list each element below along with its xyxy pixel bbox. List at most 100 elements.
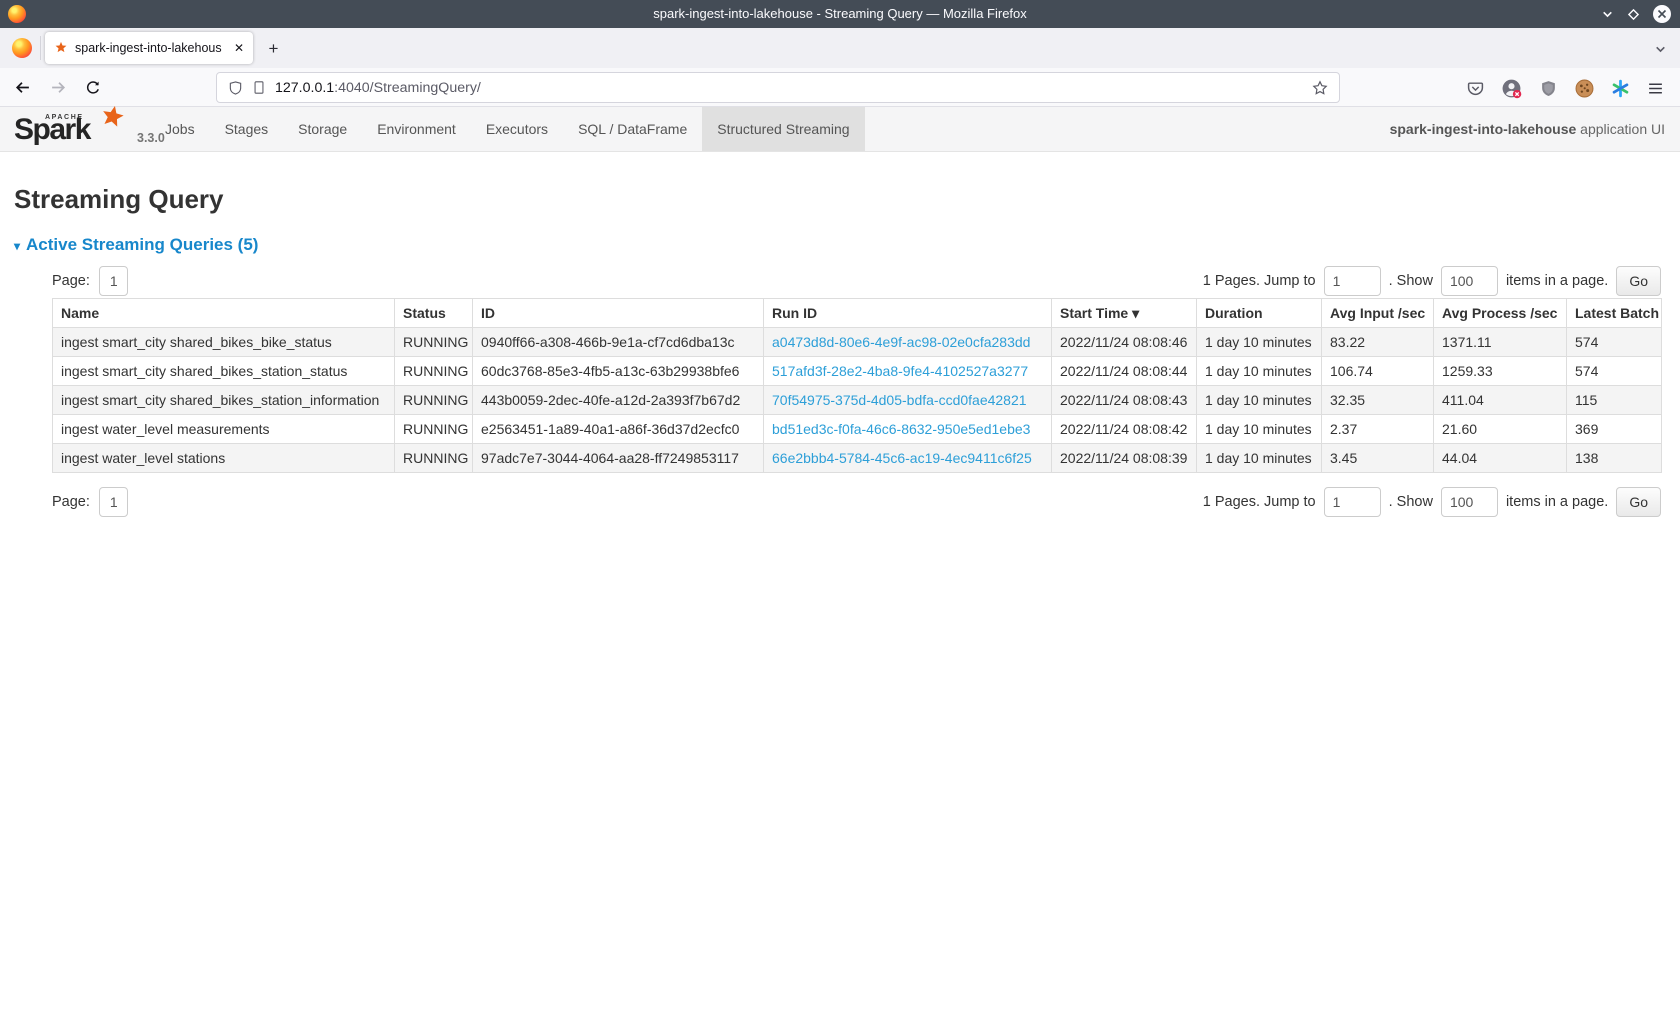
account-extension-icon[interactable] (1498, 75, 1524, 101)
pocket-icon[interactable] (1462, 75, 1488, 101)
url-host: 127.0.0.1 (275, 80, 334, 96)
active-queries-section-header[interactable]: ▾ Active Streaming Queries (5) (14, 235, 1680, 255)
spark-star-icon (96, 101, 128, 133)
column-header-start-time[interactable]: Start Time ▾ (1052, 299, 1197, 328)
page-number-input[interactable] (99, 266, 128, 296)
items-per-page-input[interactable] (1441, 487, 1498, 517)
spark-logo[interactable]: APACHE Spark 3.3.0 (0, 107, 150, 152)
page-label: Page: (52, 494, 90, 510)
show-text: . Show (1389, 273, 1433, 289)
tab-close-icon[interactable]: ✕ (234, 42, 244, 54)
forward-button[interactable] (45, 74, 72, 101)
cell-latest-batch: 138 (1567, 444, 1662, 473)
column-header-run-id[interactable]: Run ID (764, 299, 1052, 328)
new-tab-button[interactable]: + (261, 36, 286, 61)
run-id-link[interactable]: 70f54975-375d-4d05-bdfa-ccd0fae42821 (772, 392, 1027, 408)
list-all-tabs-button[interactable] (1654, 43, 1667, 61)
run-id-link[interactable]: 66e2bbb4-5784-45c6-ac19-4ec9411c6f25 (772, 450, 1032, 466)
cell-start-time: 2022/11/24 08:08:42 (1052, 415, 1197, 444)
firefox-view-icon[interactable] (12, 38, 32, 58)
table-row: ingest water_level stations RUNNING 97ad… (53, 444, 1662, 473)
table-row: ingest water_level measurements RUNNING … (53, 415, 1662, 444)
cell-avg-input: 83.22 (1322, 328, 1434, 357)
cell-latest-batch: 115 (1567, 386, 1662, 415)
jump-to-input[interactable] (1324, 266, 1381, 296)
cell-start-time: 2022/11/24 08:08:46 (1052, 328, 1197, 357)
page-number-input[interactable] (99, 487, 128, 517)
cell-duration: 1 day 10 minutes (1197, 386, 1322, 415)
run-id-link[interactable]: 517afd3f-28e2-4ba8-9fe4-4102527a3277 (772, 363, 1028, 379)
cell-status: RUNNING (395, 328, 473, 357)
cell-name: ingest smart_city shared_bikes_station_s… (53, 357, 395, 386)
cell-run-id: a0473d8d-80e6-4e9f-ac98-02e0cfa283dd (764, 328, 1052, 357)
shield-icon[interactable] (228, 80, 243, 96)
column-header-duration[interactable]: Duration (1197, 299, 1322, 328)
collapse-arrow-icon: ▾ (14, 238, 20, 253)
nav-item-stages[interactable]: Stages (210, 107, 284, 151)
section-title: Active Streaming Queries (5) (26, 235, 258, 255)
chevron-down-icon (1601, 8, 1614, 21)
ublock-shield-icon[interactable] (1535, 75, 1561, 101)
application-name: spark-ingest-into-lakehouse (1390, 121, 1577, 137)
cell-avg-input: 32.35 (1322, 386, 1434, 415)
cell-start-time: 2022/11/24 08:08:44 (1052, 357, 1197, 386)
reload-button[interactable] (79, 74, 106, 101)
column-header-status[interactable]: Status (395, 299, 473, 328)
url-bar[interactable]: 127.0.0.1:4040/StreamingQuery/ (216, 72, 1340, 103)
cell-id: 0940ff66-a308-466b-9e1a-cf7cd6dba13c (473, 328, 764, 357)
browser-tab[interactable]: spark-ingest-into-lakehous ✕ (45, 32, 253, 64)
sparkle-extension-icon[interactable] (1607, 75, 1633, 101)
run-id-link[interactable]: bd51ed3c-f0fa-46c6-8632-950e5ed1ebe3 (772, 421, 1030, 437)
column-header-name[interactable]: Name (53, 299, 395, 328)
go-button[interactable]: Go (1616, 487, 1661, 517)
nav-item-environment[interactable]: Environment (362, 107, 471, 151)
cell-name: ingest smart_city shared_bikes_station_i… (53, 386, 395, 415)
page-info-icon[interactable] (252, 80, 266, 95)
cell-run-id: 517afd3f-28e2-4ba8-9fe4-4102527a3277 (764, 357, 1052, 386)
bookmark-star-icon[interactable] (1312, 80, 1328, 96)
page-label: Page: (52, 273, 90, 289)
cookie-extension-icon[interactable] (1571, 75, 1597, 101)
jump-to-input[interactable] (1324, 487, 1381, 517)
application-suffix: application UI (1580, 121, 1665, 137)
column-header-avg-process-sec[interactable]: Avg Process /sec (1434, 299, 1567, 328)
run-id-link[interactable]: a0473d8d-80e6-4e9f-ac98-02e0cfa283dd (772, 334, 1030, 350)
url-path: :4040/StreamingQuery/ (334, 80, 481, 96)
cell-avg-process: 411.04 (1434, 386, 1567, 415)
back-button[interactable] (9, 74, 36, 101)
cell-avg-process: 44.04 (1434, 444, 1567, 473)
nav-item-structured-streaming[interactable]: Structured Streaming (702, 107, 864, 151)
cell-run-id: 70f54975-375d-4d05-bdfa-ccd0fae42821 (764, 386, 1052, 415)
cell-duration: 1 day 10 minutes (1197, 328, 1322, 357)
browser-toolbar: 127.0.0.1:4040/StreamingQuery/ (0, 68, 1680, 107)
browser-tabbar: spark-ingest-into-lakehous ✕ + (0, 28, 1680, 68)
cell-id: 60dc3768-85e3-4fb5-a13c-63b29938bfe6 (473, 357, 764, 386)
column-header-latest-batch[interactable]: Latest Batch (1567, 299, 1662, 328)
go-button[interactable]: Go (1616, 266, 1661, 296)
column-header-avg-input-sec[interactable]: Avg Input /sec (1322, 299, 1434, 328)
hamburger-icon (1647, 80, 1664, 97)
table-row: ingest smart_city shared_bikes_station_s… (53, 357, 1662, 386)
window-minimize-button[interactable] (1601, 8, 1614, 21)
column-header-id[interactable]: ID (473, 299, 764, 328)
cell-id: 97adc7e7-3044-4064-aa28-ff7249853117 (473, 444, 764, 473)
menu-button[interactable] (1642, 75, 1668, 101)
nav-item-executors[interactable]: Executors (471, 107, 563, 151)
cell-avg-input: 106.74 (1322, 357, 1434, 386)
nav-item-sql-dataframe[interactable]: SQL / DataFrame (563, 107, 702, 151)
application-ui-label: spark-ingest-into-lakehouse application … (1390, 107, 1665, 152)
spark-logo-wordmark: Spark (14, 113, 90, 147)
window-controls (1601, 0, 1671, 28)
cell-status: RUNNING (395, 386, 473, 415)
cell-run-id: 66e2bbb4-5784-45c6-ac19-4ec9411c6f25 (764, 444, 1052, 473)
cell-avg-input: 2.37 (1322, 415, 1434, 444)
window-maximize-button[interactable] (1627, 8, 1640, 21)
cell-avg-process: 1259.33 (1434, 357, 1567, 386)
table-row: ingest smart_city shared_bikes_station_i… (53, 386, 1662, 415)
window-close-button[interactable] (1653, 5, 1671, 23)
spark-nav-menu: JobsStagesStorageEnvironmentExecutorsSQL… (150, 107, 865, 151)
nav-item-storage[interactable]: Storage (283, 107, 362, 151)
cell-status: RUNNING (395, 415, 473, 444)
items-per-page-input[interactable] (1441, 266, 1498, 296)
cell-start-time: 2022/11/24 08:08:39 (1052, 444, 1197, 473)
